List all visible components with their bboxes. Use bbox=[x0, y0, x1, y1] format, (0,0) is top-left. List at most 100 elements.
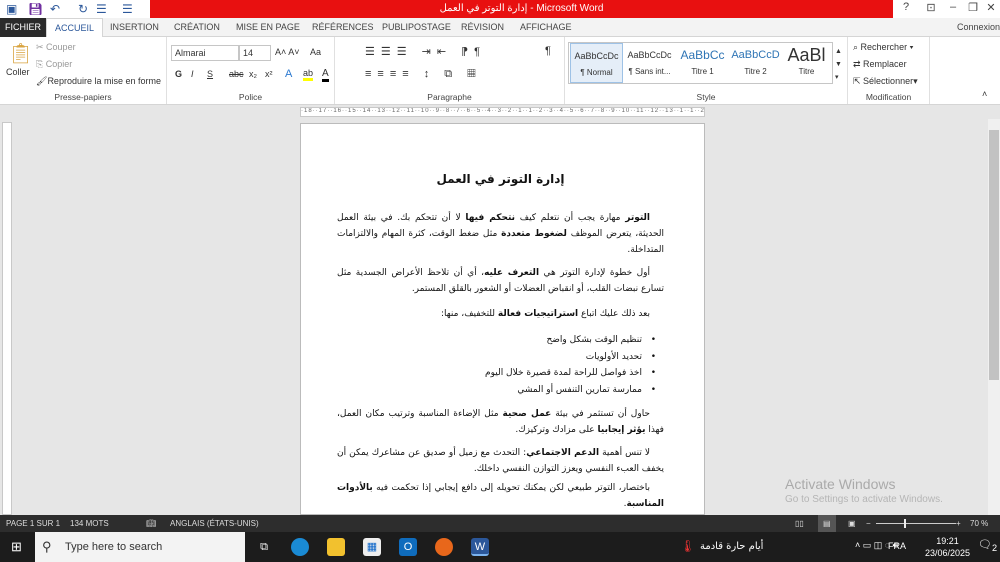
clock[interactable]: 19:21 23/06/2025 bbox=[925, 535, 970, 559]
copy-button[interactable]: ⎘ Copier bbox=[36, 59, 72, 70]
firefox-icon[interactable] bbox=[435, 538, 453, 556]
paragraph-1: التوتر مهارة يجب أن نتعلم كيف نتحكم فيها… bbox=[337, 210, 664, 258]
file-explorer-icon[interactable] bbox=[327, 538, 345, 556]
cut-button[interactable]: ✂ Couper bbox=[36, 42, 76, 53]
style-title[interactable]: AaBl Titre bbox=[780, 43, 833, 83]
page-count[interactable]: PAGE 1 SUR 1 bbox=[6, 515, 60, 532]
show-marks-button[interactable]: ¶ bbox=[545, 45, 551, 57]
list-buttons-icon[interactable]: ☰☰☰ ⇥⇤ ⁋¶ bbox=[365, 45, 486, 58]
clipboard-group: 📋︎ Coller ✂ Couper ⎘ Copier 🖌︎Reproduire… bbox=[0, 37, 167, 104]
undo-icon[interactable]: ↶ bbox=[50, 2, 60, 16]
font-name-select[interactable]: Almarai bbox=[171, 45, 239, 61]
connexion-link[interactable]: Connexion bbox=[957, 18, 1000, 37]
minimize-button[interactable]: – bbox=[942, 1, 964, 13]
superscript-button[interactable]: x² bbox=[265, 69, 273, 79]
read-mode-icon[interactable]: ▯▯ bbox=[795, 515, 804, 532]
notifications-icon[interactable]: 🗨︎2 bbox=[978, 538, 997, 553]
tab-fichier[interactable]: FICHIER bbox=[0, 18, 46, 37]
numbering-quick-icon[interactable]: ☰ bbox=[122, 2, 133, 16]
taskbar-search[interactable]: Type here to search bbox=[35, 532, 245, 562]
print-layout-icon[interactable]: ▤ bbox=[818, 515, 836, 532]
style-name: Titre 2 bbox=[744, 67, 767, 76]
highlight-icon[interactable]: ab bbox=[303, 68, 314, 81]
find-label: Rechercher bbox=[860, 42, 908, 52]
style-no-spacing[interactable]: AaBbCcDc ¶ Sans int... bbox=[623, 43, 676, 83]
edge-icon[interactable] bbox=[291, 538, 309, 556]
underline-button[interactable]: S bbox=[207, 69, 213, 79]
tab-revision[interactable]: RÉVISION bbox=[461, 18, 504, 37]
zoom-slider-thumb[interactable] bbox=[904, 519, 906, 528]
select-label: Sélectionner bbox=[863, 76, 914, 86]
tab-mise-en-page[interactable]: MISE EN PAGE bbox=[236, 18, 300, 37]
strikethrough-button[interactable]: abc bbox=[229, 69, 244, 79]
start-icon[interactable]: ⊞ bbox=[11, 539, 22, 555]
horizontal-ruler[interactable]: ·18··17··16··15··14··13··12··11··10··9··… bbox=[300, 107, 705, 117]
web-layout-icon[interactable]: ▣ bbox=[848, 515, 856, 532]
replace-button[interactable]: ⇄ Remplacer bbox=[853, 59, 907, 70]
clipboard-group-label: Presse-papiers bbox=[54, 92, 112, 102]
list-item: تحديد الأولويات bbox=[337, 349, 656, 366]
help-button[interactable]: ? bbox=[895, 1, 917, 13]
editing-group: ⌕ Rechercher ▾ ⇄ Remplacer ⇱ Sélectionne… bbox=[848, 37, 930, 104]
align-buttons-icon[interactable]: ≡≡≡≡ ↕ ⧉ ▦ bbox=[365, 68, 482, 81]
styles-scroll-icon[interactable]: ▲ ▼ ▾ bbox=[835, 45, 842, 84]
proofing-icon[interactable]: 📖︎ bbox=[146, 515, 156, 532]
status-bar: PAGE 1 SUR 1 134 MOTS 📖︎ ANGLAIS (ÉTATS-… bbox=[0, 515, 1000, 532]
ribbon-display-icon[interactable]: ⊡ bbox=[920, 1, 942, 14]
italic-button[interactable]: I bbox=[191, 69, 194, 79]
bold-text: لضغوط متعددة bbox=[501, 229, 567, 239]
paste-icon[interactable]: 📋︎ bbox=[8, 41, 33, 66]
font-color-icon[interactable]: A bbox=[322, 68, 329, 82]
paste-button[interactable]: Coller bbox=[6, 67, 30, 77]
zoom-level[interactable]: 70 % bbox=[970, 515, 988, 532]
bold-text: عمل صحية bbox=[502, 409, 552, 419]
style-normal[interactable]: AaBbCcDc ¶ Normal bbox=[570, 43, 623, 83]
style-heading-2[interactable]: AaBbCcD Titre 2 bbox=[729, 43, 782, 83]
bold-text: الدعم الاجتماعي bbox=[526, 448, 600, 458]
replace-label: Remplacer bbox=[863, 59, 907, 69]
subscript-button[interactable]: x₂ bbox=[249, 69, 257, 79]
style-heading-1[interactable]: AaBbCc Titre 1 bbox=[676, 43, 729, 83]
notification-count: 2 bbox=[991, 543, 998, 554]
tab-affichage[interactable]: AFFICHAGE bbox=[520, 18, 572, 37]
font-size-select[interactable]: 14 bbox=[239, 45, 271, 61]
cut-label: Couper bbox=[46, 42, 76, 52]
tab-references[interactable]: RÉFÉRENCES bbox=[312, 18, 374, 37]
tab-insertion[interactable]: INSERTION bbox=[110, 18, 159, 37]
bold-button[interactable]: G bbox=[175, 69, 182, 79]
style-name: ¶ Sans int... bbox=[628, 67, 671, 76]
task-view-icon[interactable]: ⧉ bbox=[255, 538, 273, 556]
collapse-ribbon-icon[interactable]: ˄ bbox=[982, 89, 987, 99]
grow-font-icon[interactable]: A˄ A˅ bbox=[275, 47, 300, 57]
redo-icon[interactable]: ↻ bbox=[78, 2, 88, 16]
style-preview: AaBbCcDc bbox=[627, 50, 672, 60]
scrollbar-thumb[interactable] bbox=[989, 130, 999, 380]
outlook-icon[interactable]: O bbox=[399, 538, 417, 556]
vertical-ruler bbox=[2, 122, 12, 515]
zoom-slider[interactable] bbox=[876, 523, 956, 524]
close-button[interactable]: ✕ bbox=[980, 1, 1000, 14]
tab-publipostage[interactable]: PUBLIPOSTAGE bbox=[382, 18, 451, 37]
zoom-in-button[interactable]: + bbox=[956, 515, 961, 532]
find-button[interactable]: ⌕ Rechercher ▾ bbox=[853, 42, 913, 53]
weather-text[interactable]: أيام حارة قادمة bbox=[700, 541, 763, 552]
paragraph-group-label: Paragraphe bbox=[427, 92, 472, 102]
language[interactable]: ANGLAIS (ÉTATS-UNIS) bbox=[170, 515, 259, 532]
format-painter-button[interactable]: 🖌︎Reproduire la mise en forme bbox=[36, 76, 161, 87]
word-logo-icon: ▣ bbox=[6, 2, 18, 16]
document-page[interactable]: إدارة التوتر في العمل التوتر مهارة يجب أ… bbox=[300, 123, 705, 515]
zoom-out-button[interactable]: − bbox=[866, 515, 871, 532]
tab-accueil[interactable]: ACCUEIL bbox=[46, 18, 104, 38]
store-icon[interactable]: ▦ bbox=[363, 538, 381, 556]
save-icon[interactable]: 💾︎ bbox=[28, 2, 43, 16]
text-effects-icon[interactable]: A bbox=[285, 68, 292, 80]
text: للتخفيف، منها: bbox=[440, 309, 498, 319]
search-icon: ⚲ bbox=[42, 539, 52, 554]
change-case-button[interactable]: Aa bbox=[310, 47, 321, 57]
bullets-quick-icon[interactable]: ☰ bbox=[96, 2, 107, 16]
tab-creation[interactable]: CRÉATION bbox=[174, 18, 220, 37]
input-language[interactable]: FRA bbox=[888, 541, 906, 551]
word-count[interactable]: 134 MOTS bbox=[70, 515, 109, 532]
word-taskbar-icon[interactable]: W bbox=[471, 538, 489, 556]
select-button[interactable]: ⇱ Sélectionner▾ bbox=[853, 76, 918, 87]
